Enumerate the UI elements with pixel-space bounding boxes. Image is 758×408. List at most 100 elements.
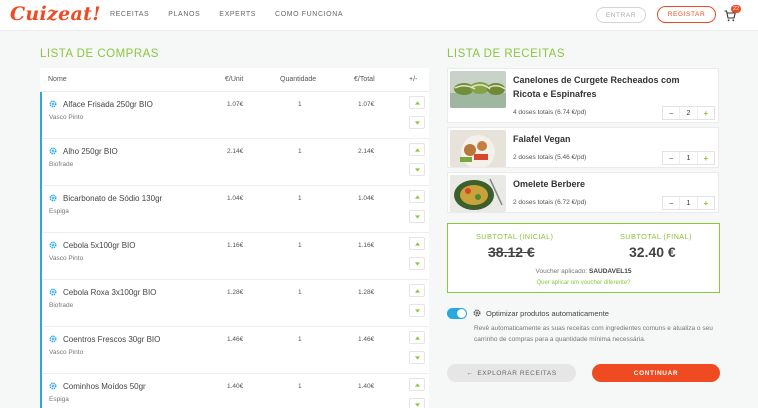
gear-icon[interactable] <box>49 147 57 155</box>
arrow-down-icon <box>414 308 420 313</box>
gear-icon[interactable] <box>49 288 57 296</box>
recipe-list-title: LISTA DE RECEITAS <box>447 48 565 60</box>
decrease-button[interactable] <box>409 304 425 317</box>
quantity: 1 <box>298 336 302 343</box>
total-price: 1.04€ <box>358 195 375 202</box>
product-name: Alface Frisada 250gr BIO <box>63 100 153 109</box>
increase-servings-button[interactable]: + <box>696 107 714 119</box>
login-button[interactable]: ENTRAR <box>596 7 646 23</box>
col-name: Nome <box>48 76 67 83</box>
unit-price: 2.14€ <box>227 148 244 155</box>
increase-button[interactable] <box>409 284 425 297</box>
subtotal-initial-label: SUBTOTAL (INICIAL) <box>476 232 554 241</box>
supplier-name: Espiga <box>49 208 69 215</box>
recipe-image[interactable] <box>450 175 506 212</box>
quantity: 1 <box>298 148 302 155</box>
table-row: Cebola 5x100gr BIO Vasco Pinto 1.16€ 1 1… <box>42 233 429 280</box>
arrow-down-icon <box>414 402 420 407</box>
decrease-button[interactable] <box>409 257 425 270</box>
col-plusminus: +/- <box>409 76 418 83</box>
servings-count: 2 <box>686 109 691 117</box>
gear-icon[interactable] <box>49 241 57 249</box>
continue-button[interactable]: CONTINUAR <box>592 364 720 382</box>
decrease-servings-button[interactable]: − <box>663 152 681 164</box>
gear-icon[interactable] <box>49 335 57 343</box>
product-name: Cebola Roxa 3x100gr BIO <box>63 288 157 297</box>
arrow-down-icon <box>414 261 420 266</box>
arrow-left-icon: ← <box>466 369 474 377</box>
decrease-button[interactable] <box>409 210 425 223</box>
recipe-doses: 4 doses totais (6.74 €/pd) <box>513 109 587 116</box>
increase-servings-button[interactable]: + <box>696 152 714 164</box>
shopping-list-table: Nome €/Unit Quantidade €/Total +/- Alfac… <box>40 68 429 408</box>
increase-button[interactable] <box>409 96 425 109</box>
servings-stepper: − 2 + <box>662 106 715 120</box>
decrease-button[interactable] <box>409 163 425 176</box>
table-row: Alho 250gr BIO Biofrade 2.14€ 1 2.14€ <box>42 139 429 186</box>
quantity: 1 <box>298 383 302 390</box>
product-name: Alho 250gr BIO <box>63 147 118 156</box>
arrow-up-icon <box>414 147 420 152</box>
nav-receitas[interactable]: RECEITAS <box>110 11 149 18</box>
quantity: 1 <box>298 289 302 296</box>
optimize-toggle[interactable] <box>447 308 467 319</box>
product-name: Cominhos Moídos 50gr <box>63 382 146 391</box>
decrease-servings-button[interactable]: − <box>663 107 681 119</box>
increase-button[interactable] <box>409 331 425 344</box>
arrow-down-icon <box>414 120 420 125</box>
voucher-code: SAUDAVEL15 <box>588 268 632 275</box>
col-unit: €/Unit <box>225 76 244 83</box>
recipe-name[interactable]: Omelete Berbere <box>513 177 585 191</box>
increase-button[interactable] <box>409 190 425 203</box>
recipe-card: Omelete Berbere 2 doses totais (6.72 €/p… <box>447 172 719 213</box>
arrow-up-icon <box>414 335 420 340</box>
recipe-image[interactable] <box>450 130 506 167</box>
increase-button[interactable] <box>409 378 425 391</box>
cart-count-badge: 22 <box>731 5 742 13</box>
servings-count: 1 <box>686 199 691 207</box>
arrow-up-icon <box>414 382 420 387</box>
arrow-up-icon <box>414 241 420 246</box>
col-total: €/Total <box>354 76 375 83</box>
optimize-label: Optimizar produtos automaticamente <box>486 309 609 318</box>
decrease-servings-button[interactable]: − <box>663 197 681 209</box>
servings-stepper: − 1 + <box>662 151 715 165</box>
nav-como-funciona[interactable]: COMO FUNCIONA <box>275 11 343 18</box>
main-nav: RECEITAS PLANOS EXPERTS COMO FUNCIONA <box>110 11 362 18</box>
product-name: Coentros Frescos 30gr BIO <box>63 335 161 344</box>
total-price: 1.46€ <box>358 336 375 343</box>
nav-planos[interactable]: PLANOS <box>168 11 200 18</box>
nav-experts[interactable]: EXPERTS <box>219 11 256 18</box>
unit-price: 1.07€ <box>227 101 244 108</box>
table-header: Nome €/Unit Quantidade €/Total +/- <box>40 68 429 92</box>
increase-servings-button[interactable]: + <box>696 197 714 209</box>
gear-icon[interactable] <box>49 194 57 202</box>
logo[interactable]: Cuizeat! <box>10 3 101 25</box>
unit-price: 1.16€ <box>227 242 244 249</box>
recipe-image[interactable] <box>450 71 506 108</box>
explore-recipes-button[interactable]: ← EXPLORAR RECEITAS <box>447 364 576 382</box>
change-voucher-link[interactable]: Quer aplicar um voucher diferente? <box>448 280 719 286</box>
register-button[interactable]: REGISTAR <box>657 6 716 23</box>
unit-price: 1.04€ <box>227 195 244 202</box>
recipe-name[interactable]: Canelones de Curgete Recheados com Ricot… <box>513 73 708 101</box>
table-body: Alface Frisada 250gr BIO Vasco Pinto 1.0… <box>40 92 429 408</box>
decrease-button[interactable] <box>409 398 425 408</box>
voucher-prefix: Voucher aplicado: <box>535 268 588 275</box>
gear-icon[interactable] <box>49 382 57 390</box>
decrease-button[interactable] <box>409 116 425 129</box>
table-row: Coentros Frescos 30gr BIO Vasco Pinto 1.… <box>42 327 429 374</box>
table-row: Alface Frisada 250gr BIO Vasco Pinto 1.0… <box>42 92 429 139</box>
supplier-name: Vasco Pinto <box>49 114 84 121</box>
increase-button[interactable] <box>409 237 425 250</box>
gear-icon[interactable] <box>49 100 57 108</box>
subtotal-final-label: SUBTOTAL (FINAL) <box>620 232 692 241</box>
servings-count: 1 <box>686 154 691 162</box>
increase-button[interactable] <box>409 143 425 156</box>
decrease-button[interactable] <box>409 351 425 364</box>
voucher-applied: Voucher aplicado: SAUDAVEL15 <box>448 268 719 275</box>
explore-recipes-label: EXPLORAR RECEITAS <box>477 369 557 377</box>
arrow-up-icon <box>414 194 420 199</box>
recipe-doses: 2 doses totais (5.46 €/pd) <box>513 154 587 161</box>
recipe-name[interactable]: Falafel Vegan <box>513 132 571 146</box>
